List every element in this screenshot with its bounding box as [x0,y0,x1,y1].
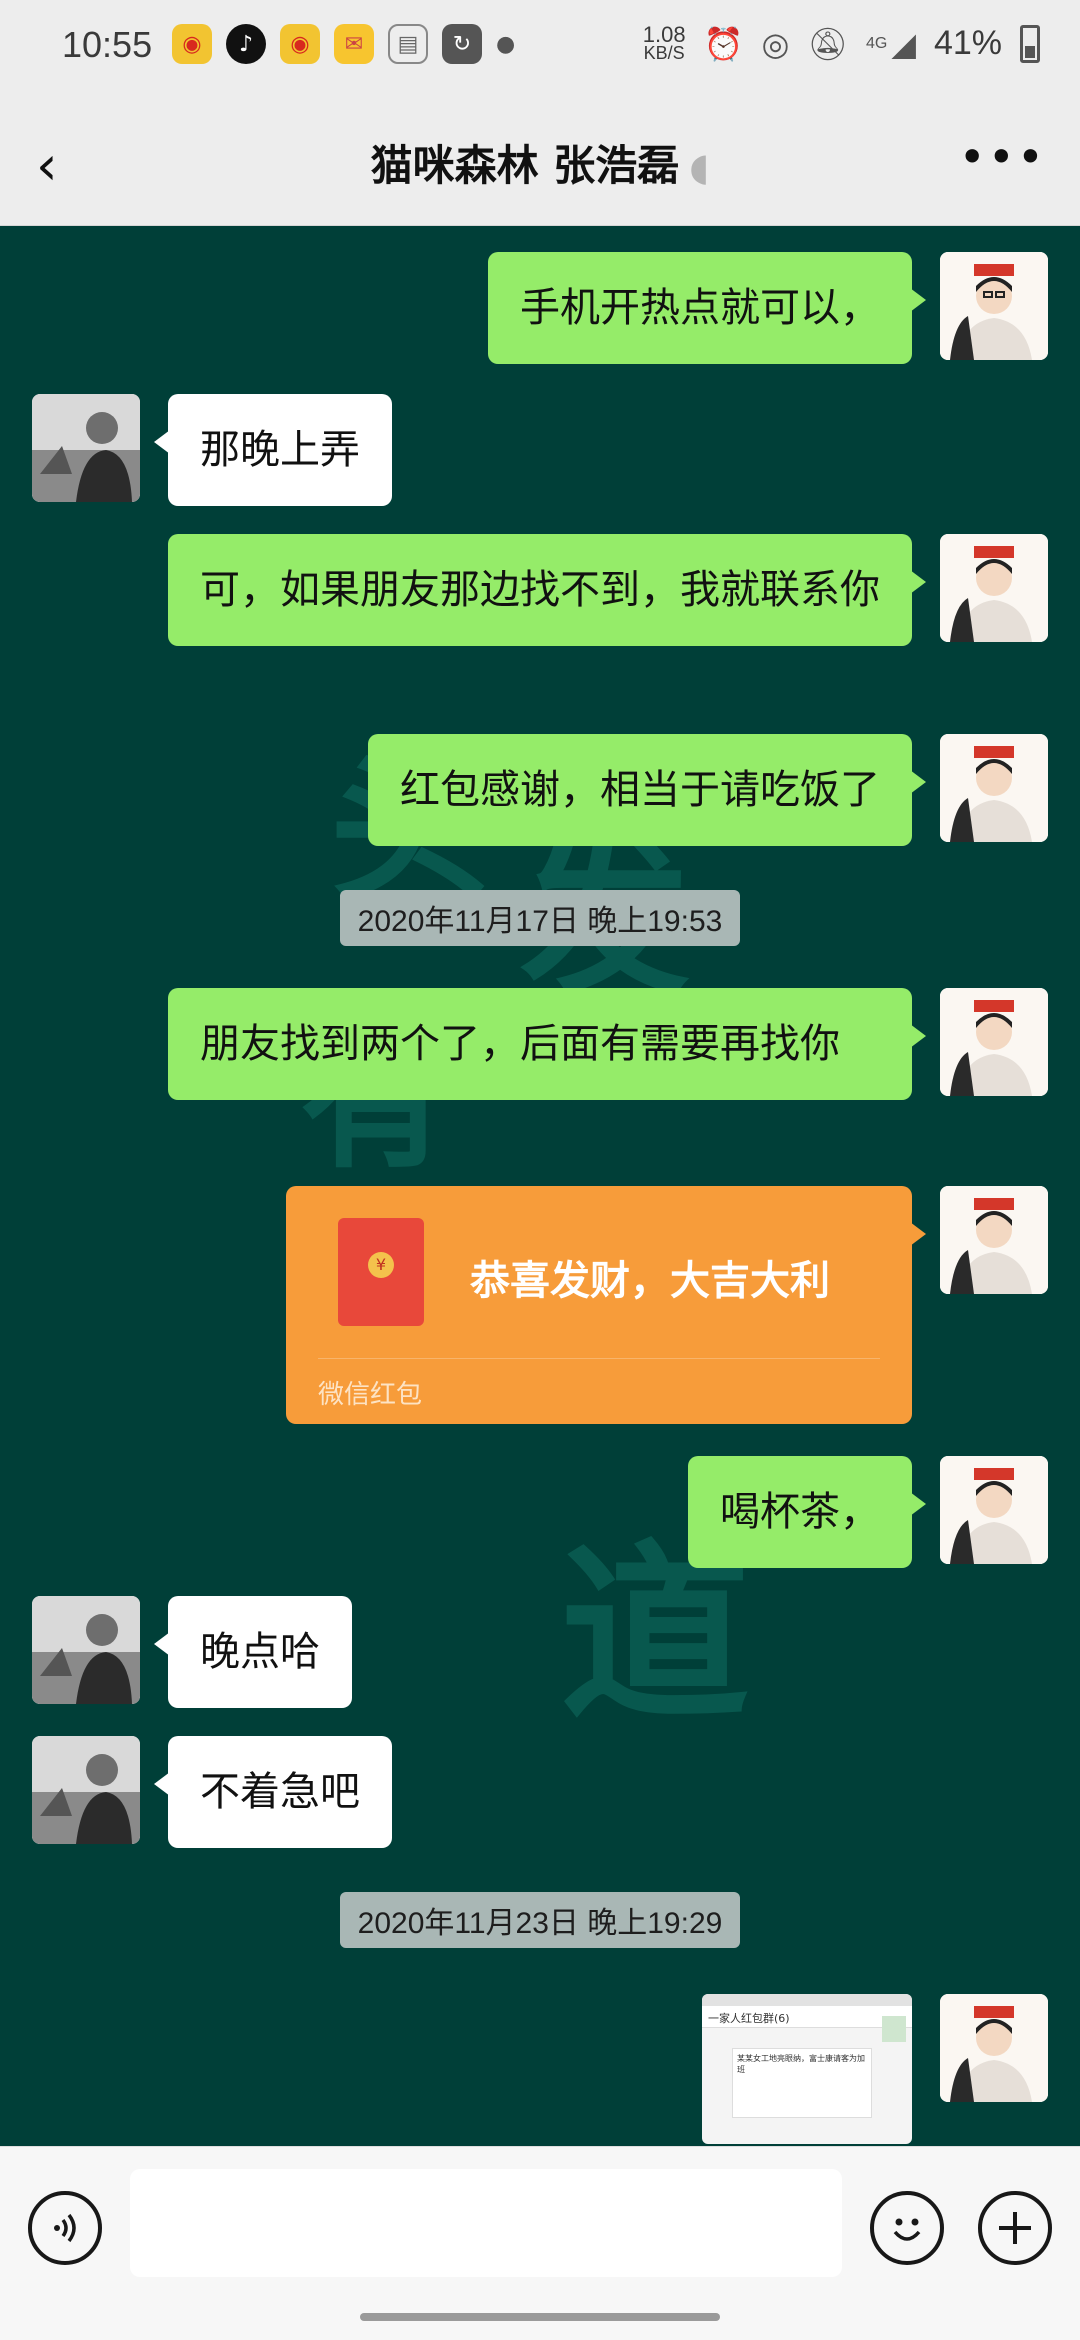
contact-message-bubble[interactable]: 不着急吧 [154,1736,392,1848]
document-icon: ▤ [388,24,428,64]
network-speed: 1.08 KB/S [642,21,686,63]
voice-icon[interactable] [28,2191,102,2265]
battery-icon [1020,24,1040,63]
my-avatar[interactable] [940,534,1048,642]
message-input[interactable] [130,2169,842,2277]
my-avatar[interactable] [940,1994,1048,2102]
red-packet[interactable]: ¥ 恭喜发财，大吉大利 微信红包 [286,1186,926,1424]
timestamp: 2020年11月23日 晚上19:29 [0,1892,1080,1948]
weibo-icon: ◉ [280,24,320,64]
red-envelope-icon: ¥ [338,1218,424,1326]
signal-icon: ◢ [891,25,916,62]
my-avatar[interactable] [940,988,1048,1096]
my-avatar[interactable] [940,252,1048,360]
red-packet-label: 微信红包 [318,1380,423,1410]
my-message-bubble[interactable]: 可，如果朋友那边找不到，我就联系你 [168,534,926,646]
my-avatar[interactable] [940,1456,1048,1564]
hotspot-icon: ◎ [761,25,790,62]
contact-avatar[interactable] [32,394,140,502]
more-dots-icon[interactable]: ••• [959,130,1046,184]
mail-icon: ✉ [334,24,374,64]
my-message-bubble[interactable]: 朋友找到两个了，后面有需要再找你 [168,988,926,1100]
alarm-icon: ⏰ [703,25,744,62]
photo-avatar-icon [32,394,140,502]
battery-percent: 41% [933,24,1002,62]
input-bar [0,2146,1080,2340]
system-icons: 1.08 KB/S ⏰ ◎ 🔕︎ 4G ◢ 41% [642,21,1040,63]
timestamp: 2020年11月17日 晚上19:53 [0,890,1080,946]
plus-icon[interactable] [978,2191,1052,2265]
mute-bell-icon: 🔕︎ [807,25,848,62]
more-notifications-dot: ● [496,31,516,57]
status-bar: 10:55 ◉ ♪ ◉ ✉ ▤ ↻ ● 1.08 KB/S ⏰ ◎ 🔕︎ 4G … [0,0,1080,96]
network-type: 4G [865,34,888,52]
my-avatar[interactable] [940,1186,1048,1294]
chat-header: ‹ 猫咪森林 张浩磊 ◖ ••• [0,96,1080,226]
contact-avatar[interactable] [32,1596,140,1704]
thumb-title: 一家人红包群(6) [702,2006,912,2028]
thumb-card: 某某女工地亮眼纳，富士康请客为加班 [732,2048,872,2118]
my-message-bubble[interactable]: 手机开热点就可以， [488,252,926,364]
contact-message-bubble[interactable]: 晚点哈 [154,1596,352,1708]
ear-mode-icon: ◖ [689,145,710,189]
notification-icons: ◉ ♪ ◉ ✉ ▤ ↻ ● [172,24,515,64]
home-indicator[interactable] [360,2313,720,2321]
cartoon-avatar-icon [940,252,1048,360]
contact-message-bubble[interactable]: 那晚上弄 [154,394,392,506]
red-packet-greeting: 恭喜发财，大吉大利 [470,1258,830,1304]
app-icon: ↻ [442,24,482,64]
my-message-bubble[interactable]: 喝杯茶， [688,1456,926,1568]
tiktok-icon: ♪ [226,24,266,64]
my-message-bubble[interactable]: 红包感谢，相当于请吃饭了 [368,734,926,846]
my-avatar[interactable] [940,734,1048,842]
chat-title: 猫咪森林 张浩磊 ◖ [370,141,710,190]
contact-avatar[interactable] [32,1736,140,1844]
emoji-icon[interactable] [870,2191,944,2265]
weibo-icon: ◉ [172,24,212,64]
status-time: 10:55 [62,24,153,65]
image-message[interactable]: 一家人红包群(6) 某某女工地亮眼纳，富士康请客为加班 [702,1994,912,2144]
